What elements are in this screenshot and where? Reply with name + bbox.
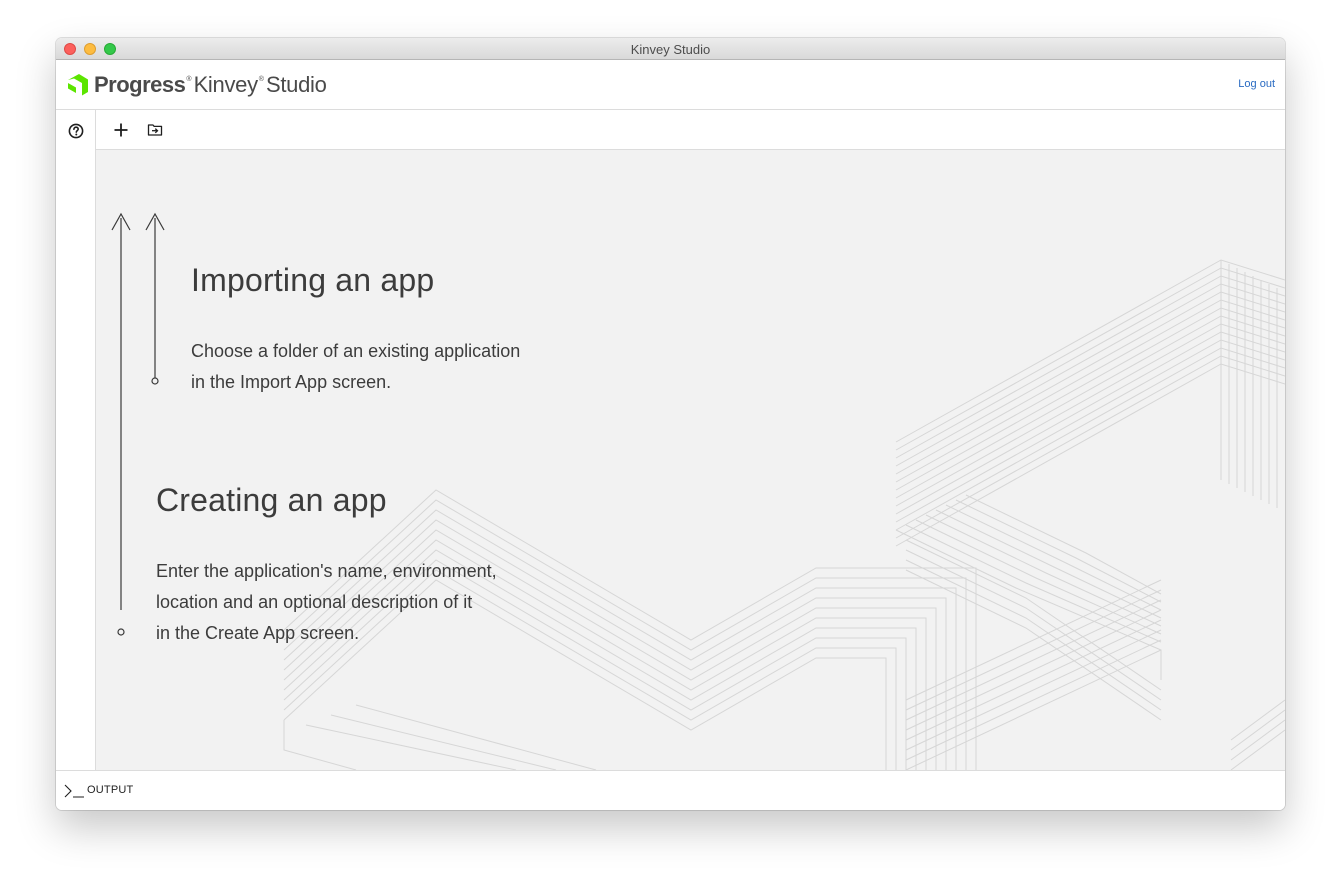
terminal-prompt-icon — [64, 784, 84, 798]
importing-app-description: Choose a folder of an existing applicati… — [191, 336, 611, 398]
progress-logo-icon — [68, 74, 88, 96]
logo-studio-text: Studio — [265, 72, 327, 97]
import-text-line-2: in the Import App screen. — [191, 372, 392, 392]
window-titlebar[interactable]: Kinvey Studio — [56, 38, 1285, 60]
import-text-line-1: Choose a folder of an existing applicati… — [191, 341, 521, 361]
output-panel-toggle[interactable]: OUTPUT — [56, 770, 1285, 810]
logout-link[interactable]: Log out — [1238, 78, 1275, 90]
output-label: OUTPUT — [87, 784, 134, 796]
app-window: Kinvey Studio Progress ® Kinvey ® Studio… — [56, 38, 1285, 810]
help-circle-icon[interactable] — [68, 123, 84, 139]
window-title: Kinvey Studio — [630, 42, 711, 57]
folder-import-icon — [147, 124, 163, 136]
creating-app-heading: Creating an app — [156, 482, 387, 518]
progress-kinvey-studio-logo: Progress ® Kinvey ® Studio — [66, 71, 327, 99]
logo-kinvey-text: Kinvey — [193, 72, 259, 97]
import-app-guide-arrow — [145, 212, 165, 385]
importing-app-heading: Importing an app — [191, 262, 435, 298]
create-text-line-2: location and an optional description of … — [156, 592, 473, 612]
create-text-line-1: Enter the application's name, environmen… — [156, 561, 497, 581]
bg-ribbon-upper-right — [895, 259, 1285, 547]
import-app-button[interactable] — [146, 121, 164, 139]
background-isometric-art — [283, 259, 1285, 770]
sidebar — [56, 110, 96, 770]
plus-icon — [114, 123, 128, 137]
add-app-button[interactable] — [112, 121, 130, 139]
toolbar — [96, 110, 1285, 150]
create-text-line-3: in the Create App screen. — [156, 623, 360, 643]
creating-app-description: Enter the application's name, environmen… — [156, 556, 576, 649]
create-app-guide-arrow — [111, 212, 131, 610]
create-guide-end-dot — [117, 628, 125, 636]
logo-progress-text: Progress — [94, 72, 186, 97]
app-header: Progress ® Kinvey ® Studio Log out — [56, 60, 1285, 110]
welcome-content: Importing an app Choose a folder of an e… — [96, 150, 1285, 770]
